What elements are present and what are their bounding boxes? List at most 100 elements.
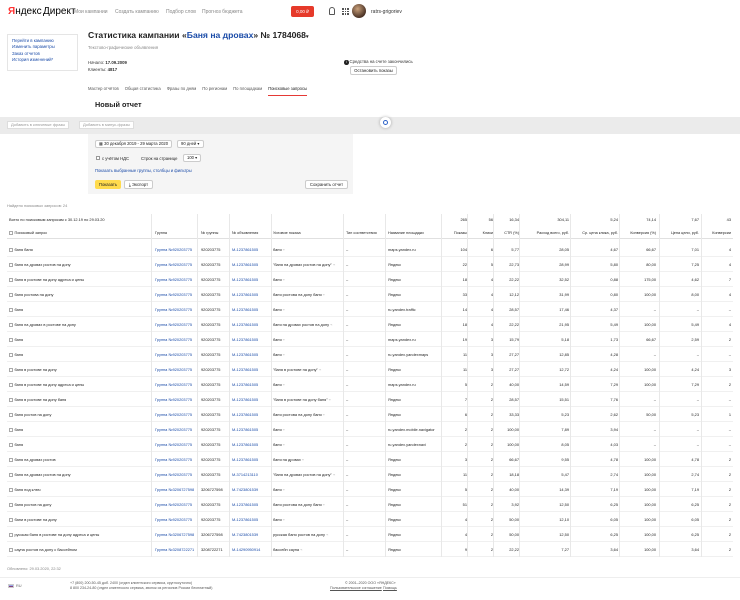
row-checkbox[interactable]	[9, 443, 13, 447]
row-checkbox[interactable]	[9, 548, 13, 552]
footer-agreement-link[interactable]: Пользовательское соглашение	[330, 586, 382, 591]
condition-settings-icon[interactable]: ⌁	[326, 532, 328, 537]
cell-ad-id[interactable]: M-1237861505	[232, 427, 270, 432]
row-checkbox[interactable]	[9, 338, 13, 342]
save-report-button[interactable]: Сохранить отчет	[305, 180, 348, 189]
cell-ad-id[interactable]: M-1237861505	[232, 262, 270, 267]
table-row[interactable]: русская баня в ростове на дону адреса и …	[7, 527, 733, 542]
cell-ad-id[interactable]: M-1237861505	[232, 292, 270, 297]
cell-group[interactable]: Группа №3208722271	[155, 547, 199, 552]
nav-create-campaign[interactable]: Создать кампанию	[115, 9, 159, 15]
column-header-ctr[interactable]: CTR (%)	[495, 231, 519, 235]
condition-settings-icon[interactable]: ⌁	[283, 337, 285, 342]
cell-group[interactable]: Группа №920203775	[155, 517, 199, 522]
cell-group[interactable]: Группа №920203775	[155, 442, 199, 447]
cell-group[interactable]: Группа №3206727598	[155, 532, 199, 537]
column-header-conversion-rate[interactable]: Конверсия (%)	[621, 231, 656, 235]
username[interactable]: ratrs-grigoriev	[371, 9, 402, 15]
cell-ad-id[interactable]: M-7423801539	[232, 487, 270, 492]
table-row[interactable]: баня на дровах ростов на дону Группа №920…	[7, 257, 733, 272]
table-row[interactable]: баня в ростове на дону адреса и цены Груп…	[7, 272, 733, 287]
table-row[interactable]: баня в ростове на дону Группа №920203775 9…	[7, 362, 733, 377]
cell-ad-id[interactable]: M-1237861505	[232, 517, 270, 522]
table-row[interactable]: баня Группа №920203775 920203775 M-12378615…	[7, 347, 733, 362]
row-checkbox[interactable]	[9, 248, 13, 252]
add-to-minus-phrases-button[interactable]: Добавить в минус-фразы	[79, 121, 134, 129]
nav-my-campaigns[interactable]: Мои кампании	[74, 9, 108, 15]
column-header-cost[interactable]: Расход всего, руб.	[521, 231, 569, 235]
condition-settings-icon[interactable]: ⌁	[283, 247, 285, 252]
condition-settings-icon[interactable]: ⌁	[283, 277, 285, 282]
table-row[interactable]: баня баня Группа №920203775 920203775 M-123…	[7, 242, 733, 257]
table-row[interactable]: баня в ростове на дону адреса и цены Груп…	[7, 377, 733, 392]
condition-settings-icon[interactable]: ⌁	[319, 367, 321, 372]
cell-group[interactable]: Группа №920203775	[155, 292, 199, 297]
column-header-goal-cost[interactable]: Цена цели, руб.	[663, 231, 699, 235]
cell-group[interactable]: Группа №920203775	[155, 457, 199, 462]
table-row[interactable]: баня ростов на дону Группа №920203775 9202…	[7, 407, 733, 422]
cell-group[interactable]: Группа №920203775	[155, 352, 199, 357]
column-header-conversions[interactable]: Конверсии	[703, 231, 731, 235]
condition-settings-icon[interactable]: ⌁	[300, 547, 302, 552]
row-checkbox[interactable]	[9, 473, 13, 477]
cell-group[interactable]: Группа №920203775	[155, 307, 199, 312]
export-button[interactable]: ⤓ Экспорт	[124, 180, 153, 189]
column-header-group-id[interactable]: № группы	[201, 231, 227, 235]
condition-settings-icon[interactable]: ⌁	[323, 292, 325, 297]
cell-ad-id[interactable]: M-1237861505	[232, 382, 270, 387]
cell-group[interactable]: Группа №920203775	[155, 412, 199, 417]
condition-settings-icon[interactable]: ⌁	[302, 457, 304, 462]
column-header-clicks[interactable]: Клики	[469, 231, 493, 235]
row-checkbox[interactable]	[9, 518, 13, 522]
language-switch[interactable]: RU	[16, 583, 22, 588]
cell-ad-id[interactable]: M-1237861505	[232, 367, 270, 372]
select-all-checkbox[interactable]	[9, 231, 13, 235]
condition-settings-icon[interactable]: ⌁	[283, 487, 285, 492]
cell-group[interactable]: Группа №920203775	[155, 337, 199, 342]
table-row[interactable]: баня Группа №920203775 920203775 M-12378615…	[7, 332, 733, 347]
cell-group[interactable]: Группа №920203775	[155, 397, 199, 402]
cell-ad-id[interactable]: M-1237861505	[232, 247, 270, 252]
cell-group[interactable]: Группа №920203775	[155, 382, 199, 387]
cell-ad-id[interactable]: M-14290950914	[232, 547, 270, 552]
table-row[interactable]: баня под ключ Группа №3206727598 320672759…	[7, 482, 733, 497]
cell-ad-id[interactable]: M-1237861505	[232, 277, 270, 282]
condition-settings-icon[interactable]: ⌁	[283, 442, 285, 447]
column-header-impressions[interactable]: Показы	[445, 231, 467, 235]
scroll-button[interactable]	[380, 117, 391, 128]
table-row[interactable]: баня Группа №920203775 920203775 M-12378615…	[7, 437, 733, 452]
column-header-match-type[interactable]: Тип соответствия	[346, 231, 384, 235]
campaign-name-link[interactable]: Баня на дровах	[187, 30, 254, 40]
cell-ad-id[interactable]: M-1237861505	[232, 397, 270, 402]
condition-settings-icon[interactable]: ⌁	[333, 472, 335, 477]
balance-button[interactable]: 0,00 ₽	[291, 6, 314, 17]
condition-settings-icon[interactable]: ⌁	[329, 397, 331, 402]
table-row[interactable]: баня на дровах в ростове на дону Группа №…	[7, 317, 733, 332]
column-header-ad-id[interactable]: № объявления	[232, 231, 270, 235]
row-checkbox[interactable]	[9, 293, 13, 297]
cell-group[interactable]: Группа №920203775	[155, 277, 199, 282]
row-checkbox[interactable]	[9, 488, 13, 492]
table-row[interactable]: баня Группа №920203775 920203775 M-12378615…	[7, 422, 733, 437]
table-row[interactable]: бани в ростове на дону Группа №920203775 9…	[7, 512, 733, 527]
cell-ad-id[interactable]: M-7423801539	[232, 532, 270, 537]
period-select[interactable]: 90 дней ▾	[177, 140, 204, 148]
condition-settings-icon[interactable]: ⌁	[283, 307, 285, 312]
column-header-platform[interactable]: Название площадки	[388, 231, 440, 235]
cell-group[interactable]: Группа №920203775	[155, 427, 199, 432]
stop-ads-button[interactable]: Остановить показы	[350, 66, 397, 75]
avatar[interactable]	[352, 4, 366, 18]
add-to-phrases-button[interactable]: Добавить в ключевые фразы	[7, 121, 70, 129]
row-checkbox[interactable]	[9, 413, 13, 417]
row-checkbox[interactable]	[9, 263, 13, 267]
cell-ad-id[interactable]: M-1237861505	[232, 457, 270, 462]
cell-group[interactable]: Группа №920203775	[155, 367, 199, 372]
rows-per-page-select[interactable]: 100 ▾	[183, 154, 202, 162]
cell-group[interactable]: Группа №3206727598	[155, 487, 199, 492]
cell-group[interactable]: Группа №920203775	[155, 472, 199, 477]
condition-settings-icon[interactable]: ⌁	[323, 502, 325, 507]
yandex-logo[interactable]: Яндекс	[8, 6, 42, 17]
show-groups-link[interactable]: Показать выбранные группы, столбцы и фил…	[95, 168, 192, 173]
condition-settings-icon[interactable]: ⌁	[330, 322, 332, 327]
table-row[interactable]: сауна ростов на дону с бассейном Группа №…	[7, 542, 733, 557]
